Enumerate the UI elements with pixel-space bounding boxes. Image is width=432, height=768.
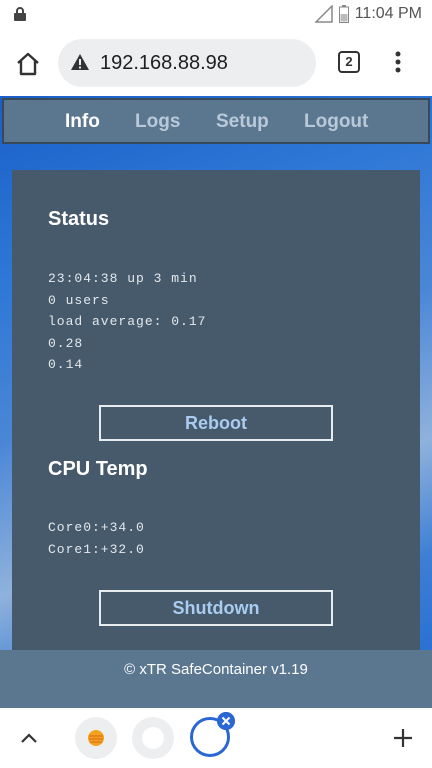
- reboot-button[interactable]: Reboot: [99, 405, 333, 441]
- web-content: Info Logs Setup Logout Status 23:04:38 u…: [0, 96, 432, 708]
- status-line: 0 users: [48, 293, 110, 308]
- favicon-icon: [88, 730, 104, 746]
- close-tab-icon[interactable]: [217, 712, 235, 730]
- top-nav: Info Logs Setup Logout: [2, 98, 430, 144]
- lock-icon: [14, 7, 26, 21]
- home-icon[interactable]: [14, 50, 42, 78]
- status-bar: 11:04 PM: [0, 0, 432, 30]
- page-footer: © xTR SafeContainer v1.19: [0, 650, 432, 708]
- battery-icon: [338, 5, 349, 23]
- cpu-temp-line: Core1:+32.0: [48, 542, 145, 557]
- status-line: load average: 0.17: [48, 314, 207, 329]
- new-tab-icon[interactable]: [392, 727, 414, 749]
- bottom-toolbar: [0, 708, 432, 768]
- nav-setup[interactable]: Setup: [216, 111, 269, 133]
- address-bar[interactable]: 192.168.88.98: [58, 39, 316, 87]
- blank-tab-icon: [142, 727, 164, 749]
- status-title: Status: [48, 208, 110, 230]
- url-text: 192.168.88.98: [100, 52, 228, 74]
- tab-thumbnail[interactable]: [132, 717, 174, 759]
- cpu-temp-line: Core0:+34.0: [48, 520, 145, 535]
- status-line: 0.14: [48, 357, 84, 372]
- warning-icon[interactable]: [70, 53, 90, 71]
- signal-icon: [314, 5, 333, 23]
- nav-info[interactable]: Info: [65, 111, 100, 133]
- content-panel: Status 23:04:38 up 3 min 0 users load av…: [12, 170, 420, 690]
- status-line: 0.28: [48, 336, 84, 351]
- cpu-temp-title: CPU Temp: [48, 458, 148, 480]
- more-menu-icon[interactable]: [386, 50, 410, 74]
- nav-logout[interactable]: Logout: [304, 111, 368, 133]
- tab-thumbnail[interactable]: [75, 717, 117, 759]
- chevron-up-icon[interactable]: [18, 730, 40, 746]
- status-line: 23:04:38 up 3 min: [48, 271, 198, 286]
- shutdown-button[interactable]: Shutdown: [99, 590, 333, 626]
- browser-toolbar: 192.168.88.98 2: [0, 30, 432, 94]
- clock: 11:04 PM: [354, 5, 422, 22]
- nav-logs[interactable]: Logs: [135, 111, 180, 133]
- tab-switcher-button[interactable]: 2: [338, 51, 360, 73]
